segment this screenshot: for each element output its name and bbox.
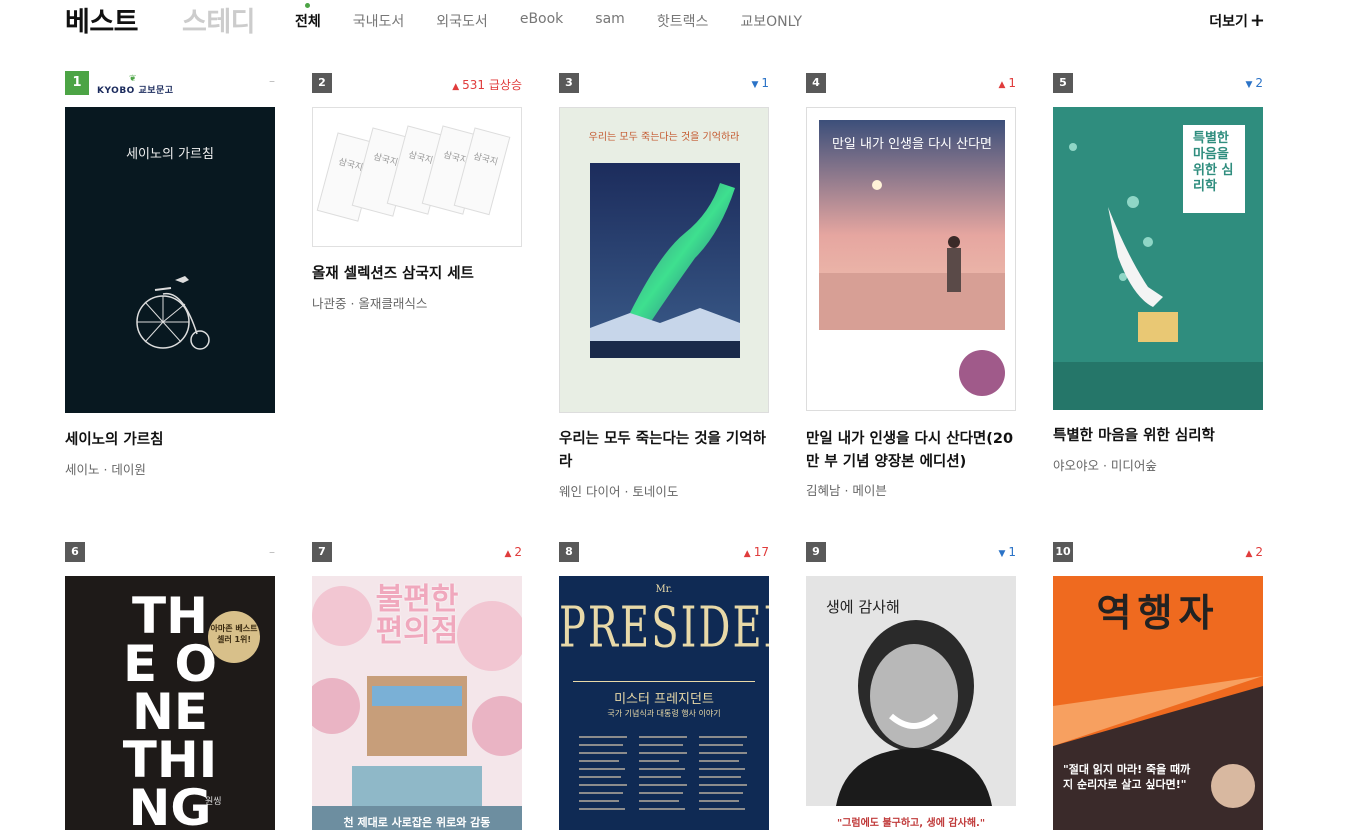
book-cover[interactable]: 역행자 "절대 읽지 마라! 죽을 때까지 순리자로 살고 싶다면!" xyxy=(1053,576,1263,830)
rank-change: ▲ 531 급상승 xyxy=(452,78,522,92)
plus-icon: + xyxy=(1249,10,1265,31)
cover-subtitle-2: 국가 기념식과 대통령 행사 이야기 xyxy=(607,709,721,718)
book-cover[interactable]: 우리는 모두 죽는다는 것을 기억하라 xyxy=(559,107,769,413)
cover-title: 역행자 xyxy=(1096,591,1220,635)
cover-subtitle: "그럼에도 불구하고, 생에 감사해." xyxy=(836,818,986,829)
rank-change: ▲ 1 xyxy=(998,76,1016,90)
rank-badge: 10 xyxy=(1053,542,1073,562)
book-title[interactable]: 우리는 모두 죽는다는 것을 기억하라 xyxy=(559,428,769,474)
rank-badge: 5 xyxy=(1053,73,1073,93)
rank-change: ▲ 2 xyxy=(504,545,522,559)
triangle-up-icon: ▲ xyxy=(1245,549,1253,559)
book-cover[interactable]: 생에 감사해 "그럼에도 불구하고, 생에 감사해." xyxy=(806,576,1016,830)
book-card[interactable]: 10 ▲ 2 역행자 "절대 읽지 마라! 죽을 때까지 순리자로 살고 싶다면!… xyxy=(1053,542,1263,830)
category-tabs: 전체 국내도서 외국도서 eBook sam 핫트랙스 교보ONLY xyxy=(295,3,834,31)
book-author[interactable]: 김혜남 · 메이븐 xyxy=(806,480,1016,499)
steady-tab-title[interactable]: 스테디 xyxy=(182,0,256,39)
triangle-down-icon: ▼ xyxy=(1245,80,1253,90)
aurora-illustration xyxy=(590,163,740,358)
rank-badge: 8 xyxy=(559,542,579,562)
more-button[interactable]: 더보기 + xyxy=(1209,10,1265,31)
bestseller-header: 베스트 스테디 전체 국내도서 외국도서 eBook sam 핫트랙스 교보ON… xyxy=(65,0,1265,40)
cover-rule xyxy=(573,681,755,682)
bestseller-badge: 아마존 베스트셀러 1위! xyxy=(208,611,260,663)
cover-subtitle: "절대 읽지 마라! 죽을 때까지 순리자로 살고 싶다면!" xyxy=(1063,763,1191,791)
triangle-up-icon: ▲ xyxy=(743,549,751,559)
rank-badge: 7 xyxy=(312,542,332,562)
rank-badge: 6 xyxy=(65,542,85,562)
cover-subtitle: 미스터 프레지던트 xyxy=(614,692,714,707)
book-card[interactable]: 7 ▲ 2 불편한 편의점 천 제대로 사로잡은 위로와 감동 xyxy=(312,542,522,830)
book-card[interactable]: 5 ▼ 2 특별한 마음을 위한 심리학 특별한 마음을 위한 심리학 야오야오 … xyxy=(1053,73,1263,473)
rank-badge: 9 xyxy=(806,542,826,562)
rank-change: ▼ 2 xyxy=(1245,76,1263,90)
rank-badge: 1 xyxy=(65,71,89,95)
cover-title: 생에 감사해 xyxy=(826,598,900,616)
book-author[interactable]: 나관중 · 올재클래식스 xyxy=(312,293,522,312)
book-title[interactable]: 세이노의 가르침 xyxy=(65,429,275,452)
book-card[interactable]: 6 – THE ONE THING 아마존 베스트셀러 1위! 원씽 xyxy=(65,542,275,830)
book-title[interactable]: 만일 내가 인생을 다시 산다면(20만 부 기념 양장본 에디션) xyxy=(806,428,1016,474)
rank-badge: 4 xyxy=(806,73,826,93)
book-card[interactable]: 1 ❦ KYOBO 교보문고 – 세이노의 가르침 세이노의 가르침 세이노 · … xyxy=(65,71,275,477)
book-cover[interactable]: 만일 내가 인생을 다시 산다면 xyxy=(806,107,1016,411)
book-title[interactable]: 특별한 마음을 위한 심리학 xyxy=(1053,425,1263,448)
book-card[interactable]: 2 ▲ 531 급상승 삼국지 삼국지 삼국지 삼국지 삼국지 올재 셀렉션즈 삼… xyxy=(312,73,522,311)
book-card[interactable]: 8 ▲17 Mr. PRESIDENT 미스터 프레지던트 국가 기념식과 대통… xyxy=(559,542,769,830)
cover-title: PRESIDENT xyxy=(559,596,769,661)
cover-title: 세이노의 가르침 xyxy=(126,147,214,162)
book-cover[interactable]: Mr. PRESIDENT 미스터 프레지던트 국가 기념식과 대통령 행사 이… xyxy=(559,576,769,830)
cover-text-columns xyxy=(579,736,747,810)
rank-change: ▼ 1 xyxy=(751,76,769,90)
book-author[interactable]: 야오야오 · 미디어숲 xyxy=(1053,455,1263,474)
cover-subtitle: 천 제대로 사로잡은 위로와 감동 xyxy=(343,816,491,829)
rank-change: ▲ 17 xyxy=(743,545,769,559)
sunset-illustration: 만일 내가 인생을 다시 산다면 xyxy=(819,120,1005,396)
triangle-up-icon: ▲ xyxy=(504,549,512,559)
cover-title: 우리는 모두 죽는다는 것을 기억하라 xyxy=(588,132,740,143)
triangle-down-icon: ▼ xyxy=(751,80,759,90)
book-card[interactable]: 4 ▲ 1 만일 내가 인생을 다시 산다면 만일 내가 인생을 다시 산다면(2… xyxy=(806,73,1016,498)
cover-title: 만일 내가 인생을 다시 산다면 xyxy=(832,137,992,152)
cover-subtitle: 원씽 xyxy=(205,797,222,807)
more-label: 더보기 xyxy=(1209,14,1248,30)
triangle-down-icon: ▼ xyxy=(998,549,1006,559)
bestseller-tab-title[interactable]: 베스트 xyxy=(65,0,139,39)
rank-change: – xyxy=(269,545,275,559)
tab-sam[interactable]: sam xyxy=(595,11,625,31)
book-author[interactable]: 웨인 다이어 · 토네이도 xyxy=(559,481,769,500)
triangle-up-icon: ▲ xyxy=(452,82,460,92)
rank-change: ▼ 1 xyxy=(998,545,1016,559)
cover-title: 불편한 편의점 xyxy=(375,582,459,649)
rank-badge: 2 xyxy=(312,73,332,93)
book-cover[interactable]: 불편한 편의점 천 제대로 사로잡은 위로와 감동 xyxy=(312,576,522,830)
book-card[interactable]: 3 ▼ 1 우리는 모두 죽는다는 것을 기억하라 우리는 모두 죽는다는 것을 … xyxy=(559,73,769,499)
book-cover[interactable]: THE ONE THING 아마존 베스트셀러 1위! 원씽 xyxy=(65,576,275,830)
kyobo-logo: ❦ KYOBO 교보문고 xyxy=(97,74,174,96)
book-author[interactable]: 세이노 · 데이원 xyxy=(65,459,275,478)
cover-mr: Mr. xyxy=(655,584,673,595)
cover-title: 특별한 마음을 위한 심리학 xyxy=(1193,131,1234,194)
tab-hottracks[interactable]: 핫트랙스 xyxy=(657,11,709,31)
tab-domestic[interactable]: 국내도서 xyxy=(353,11,405,31)
tab-all[interactable]: 전체 xyxy=(295,3,321,31)
book-title[interactable]: 올재 셀렉션즈 삼국지 세트 xyxy=(312,263,522,286)
tab-foreign[interactable]: 외국도서 xyxy=(436,11,488,31)
book-cover[interactable]: 특별한 마음을 위한 심리학 xyxy=(1053,107,1263,410)
book-cover[interactable]: 삼국지 삼국지 삼국지 삼국지 삼국지 xyxy=(312,107,522,247)
leaf-icon: ❦ xyxy=(129,74,138,84)
rank-badge: 3 xyxy=(559,73,579,93)
triangle-up-icon: ▲ xyxy=(998,80,1006,90)
penny-farthing-icon xyxy=(136,276,210,350)
tab-ebook[interactable]: eBook xyxy=(520,11,563,31)
book-cover[interactable]: 세이노의 가르침 xyxy=(65,107,275,413)
rank-change: – xyxy=(269,74,275,88)
tab-kyobo-only[interactable]: 교보ONLY xyxy=(740,11,802,31)
rank-change: ▲ 2 xyxy=(1245,545,1263,559)
book-card[interactable]: 9 ▼ 1 생에 감사해 "그럼에도 불구하고, 생에 감사해." xyxy=(806,542,1016,830)
cover-art: 삼국지 삼국지 삼국지 삼국지 삼국지 xyxy=(316,125,511,222)
